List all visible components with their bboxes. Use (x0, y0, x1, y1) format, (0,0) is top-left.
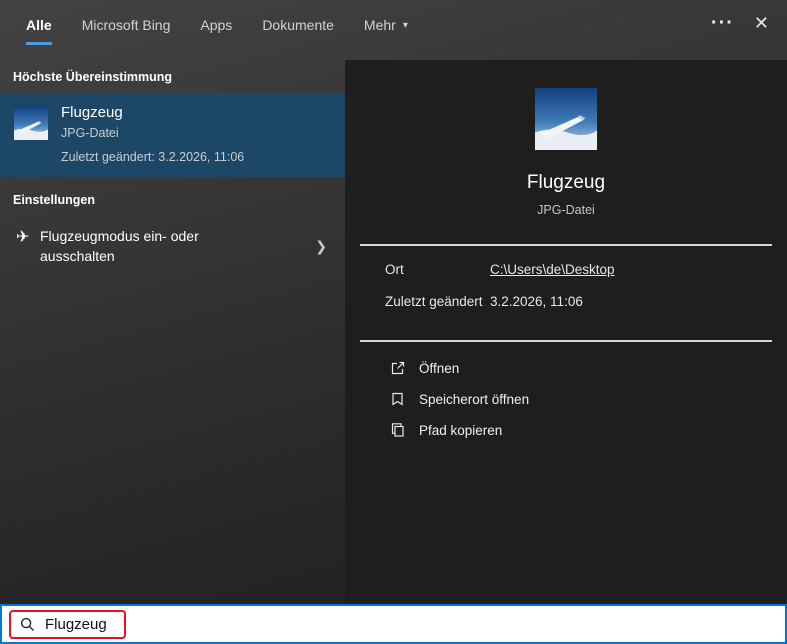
file-location-link[interactable]: C:\Users\de\Desktop (490, 262, 615, 277)
action-label: Öffnen (419, 360, 460, 376)
file-thumbnail-icon (14, 106, 48, 140)
tab-alle[interactable]: Alle (26, 17, 52, 45)
action-open-file-location[interactable]: Speicherort öffnen (390, 391, 787, 407)
field-row-modified: Zuletzt geändert 3.2.2026, 11:06 (385, 294, 763, 309)
tabs-row: Alle Microsoft Bing Apps Dokumente Mehr … (0, 0, 787, 60)
best-match-header: Höchste Übereinstimmung (13, 70, 173, 84)
best-match-text: Flugzeug JPG-Datei Zuletzt geändert: 3.2… (61, 104, 244, 164)
tab-label: Microsoft Bing (81, 17, 171, 33)
action-list: Öffnen Speicherort öffnen Pfad kopieren (345, 342, 787, 438)
best-match-filetype: JPG-Datei (61, 126, 119, 140)
close-button[interactable]: ✕ (754, 14, 769, 32)
action-label: Pfad kopieren (419, 422, 503, 438)
tab-dokumente[interactable]: Dokumente (262, 17, 334, 45)
topbar-actions: ··· ✕ (711, 13, 769, 33)
field-label: Zuletzt geändert (385, 294, 483, 309)
field-value: 3.2.2026, 11:06 (490, 294, 583, 309)
search-input[interactable]: Flugzeug (45, 616, 107, 633)
tab-apps[interactable]: Apps (200, 17, 232, 45)
action-open[interactable]: Öffnen (390, 360, 787, 376)
preview-thumbnail (535, 88, 597, 150)
folder-open-icon (390, 391, 406, 407)
best-match-title: Flugzeug (61, 104, 123, 121)
action-label: Speicherort öffnen (419, 391, 530, 407)
airplane-icon: ✈ (16, 229, 30, 246)
results-panel: Höchste Übereinstimmung Flugzeug JPG-Dat… (0, 60, 345, 604)
preview-title: Flugzeug (526, 172, 606, 193)
tab-label: Mehr (363, 17, 396, 33)
tab-mehr[interactable]: Mehr ▾ (364, 17, 408, 45)
preview-panel: Flugzeug JPG-Datei Ort C:\Users\de\Deskt… (345, 60, 787, 604)
best-match-modified: Zuletzt geändert: 3.2.2026, 11:06 (61, 150, 245, 164)
annotation-highlight-box: Flugzeug (9, 609, 126, 639)
field-label: Ort (385, 262, 404, 277)
best-match-item[interactable]: Flugzeug JPG-Datei Zuletzt geändert: 3.2… (0, 93, 345, 177)
settings-header: Einstellungen (13, 193, 95, 207)
tab-label: Apps (200, 17, 233, 33)
tab-label: Dokumente (262, 17, 334, 33)
search-bar[interactable]: Flugzeug (0, 604, 787, 644)
copy-icon (390, 422, 406, 438)
open-icon (390, 360, 406, 376)
settings-item-label: Flugzeugmodus ein- oder ausschalten (40, 228, 199, 265)
more-options-button[interactable]: ··· (711, 13, 734, 33)
chevron-right-icon: ❯ (315, 237, 327, 254)
windows-search-flyout: Alle Microsoft Bing Apps Dokumente Mehr … (0, 0, 787, 644)
tab-microsoft-bing[interactable]: Microsoft Bing (82, 17, 171, 45)
action-copy-path[interactable]: Pfad kopieren (390, 422, 787, 438)
search-icon (20, 617, 35, 632)
tab-label: Alle (26, 17, 52, 33)
file-details: Ort C:\Users\de\Desktop Zuletzt geändert… (345, 246, 787, 330)
settings-item-flugzeugmodus[interactable]: ✈ Flugzeugmodus ein- oder ausschalten ❯ (0, 216, 345, 277)
chevron-down-icon: ▾ (402, 19, 408, 31)
field-row-location: Ort C:\Users\de\Desktop (385, 262, 763, 277)
preview-subtitle: JPG-Datei (537, 203, 595, 217)
